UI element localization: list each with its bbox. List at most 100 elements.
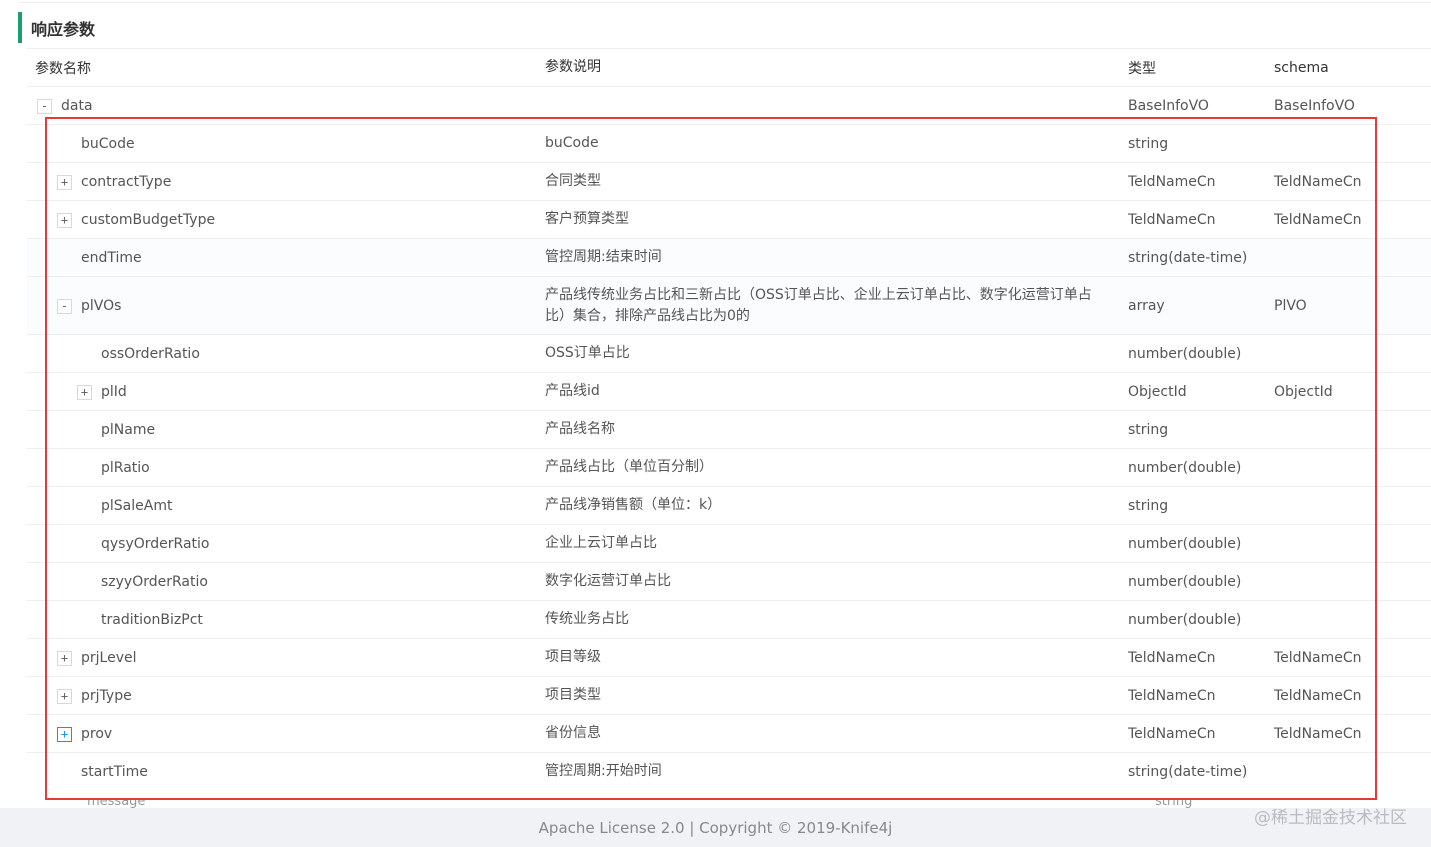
row-name-cell: + contractType xyxy=(35,163,535,200)
row-desc: 客户预算类型 xyxy=(545,211,629,227)
row-schema: TeldNameCn xyxy=(1274,649,1362,666)
row-name: plSaleAmt xyxy=(101,497,173,514)
row-schema: BaseInfoVO xyxy=(1274,97,1355,114)
table-row: + contractType 合同类型 TeldNameCn TeldNameCn xyxy=(27,162,1431,200)
row-name: plRatio xyxy=(101,459,150,476)
table-row: traditionBizPct 传统业务占比 number(double) xyxy=(27,600,1431,638)
table-row: + prjType 项目类型 TeldNameCn TeldNameCn xyxy=(27,676,1431,714)
row-name: buCode xyxy=(81,135,135,152)
row-name-cell: traditionBizPct xyxy=(35,601,535,638)
row-type: TeldNameCn xyxy=(1128,649,1216,666)
row-type: number(double) xyxy=(1128,345,1242,362)
row-name: prjLevel xyxy=(81,649,137,666)
row-desc: 产品线净销售额（单位：k） xyxy=(545,497,722,513)
row-name-cell: szyyOrderRatio xyxy=(35,563,535,600)
row-type: TeldNameCn xyxy=(1128,211,1216,228)
row-type: ObjectId xyxy=(1128,383,1187,400)
row-desc: 管控周期:结束时间 xyxy=(545,249,662,265)
row-desc: buCode xyxy=(545,135,599,151)
row-type: TeldNameCn xyxy=(1128,725,1216,742)
row-type: number(double) xyxy=(1128,611,1242,628)
table-row: ossOrderRatio OSS订单占比 number(double) xyxy=(27,334,1431,372)
row-schema xyxy=(1274,449,1424,486)
row-schema: TeldNameCn xyxy=(1274,687,1362,704)
row-desc: 产品线占比（单位百分制） xyxy=(545,459,713,475)
row-name: traditionBizPct xyxy=(101,611,203,628)
expand-icon[interactable]: + xyxy=(77,384,92,400)
row-schema: PlVO xyxy=(1274,297,1307,314)
row-schema xyxy=(1274,601,1424,638)
watermark: @稀土掘金技术社区 xyxy=(1254,808,1407,828)
row-desc: 省份信息 xyxy=(545,725,601,741)
row-schema: ObjectId xyxy=(1274,383,1333,400)
row-schema xyxy=(1274,563,1424,600)
row-desc: 项目等级 xyxy=(545,649,601,665)
row-name-cell: + prjLevel xyxy=(35,639,535,676)
row-name: prov xyxy=(81,725,113,742)
row-desc: 产品线名称 xyxy=(545,421,615,437)
row-name: ossOrderRatio xyxy=(101,345,200,362)
table-row: szyyOrderRatio 数字化运营订单占比 number(double) xyxy=(27,562,1431,600)
row-name-cell: + plId xyxy=(35,373,535,410)
row-type: BaseInfoVO xyxy=(1128,97,1209,114)
table-row: endTime 管控周期:结束时间 string(date-time) xyxy=(27,238,1431,276)
table-row: qysyOrderRatio 企业上云订单占比 number(double) xyxy=(27,524,1431,562)
row-schema xyxy=(1274,525,1424,562)
row-schema xyxy=(1274,753,1424,790)
row-name-cell: - plVOs xyxy=(35,277,535,334)
row-name-cell: + prjType xyxy=(35,677,535,714)
row-type: string(date-time) xyxy=(1128,249,1248,266)
footer-text: Apache License 2.0 | Copyright © 2019-Kn… xyxy=(538,818,893,837)
column-header-desc: 参数说明 xyxy=(545,59,601,75)
row-type: array xyxy=(1128,297,1165,314)
row-name: prjType xyxy=(81,687,132,704)
partial-row-type: string xyxy=(1155,800,1193,808)
row-type: string xyxy=(1128,497,1169,514)
top-divider xyxy=(20,2,1431,3)
row-schema xyxy=(1274,487,1424,524)
row-name-cell: plSaleAmt xyxy=(35,487,535,524)
expand-icon[interactable]: + xyxy=(57,212,72,228)
row-type: TeldNameCn xyxy=(1128,687,1216,704)
row-schema: TeldNameCn xyxy=(1274,725,1362,742)
row-schema: TeldNameCn xyxy=(1274,211,1362,228)
row-type: number(double) xyxy=(1128,573,1242,590)
row-name-cell: buCode xyxy=(35,125,535,162)
section-title: 响应参数 xyxy=(18,12,1431,43)
row-name-cell: + customBudgetType xyxy=(35,201,535,238)
column-header-schema: schema xyxy=(1274,59,1329,76)
table-row: - plVOs 产品线传统业务占比和三新占比（OSS订单占比、企业上云订单占比、数字… xyxy=(27,276,1431,334)
row-desc: 企业上云订单占比 xyxy=(545,535,657,551)
collapse-icon[interactable]: - xyxy=(57,298,72,314)
row-type: number(double) xyxy=(1128,535,1242,552)
table-header-row: 参数名称 参数说明 类型 schema xyxy=(27,48,1431,86)
row-name-cell: ossOrderRatio xyxy=(35,335,535,372)
table-row: + plId 产品线id ObjectId ObjectId xyxy=(27,372,1431,410)
expand-icon[interactable]: + xyxy=(57,726,72,742)
row-name: contractType xyxy=(81,173,172,190)
row-desc: 传统业务占比 xyxy=(545,611,629,627)
row-type: string(date-time) xyxy=(1128,763,1248,780)
expand-icon[interactable]: + xyxy=(57,650,72,666)
row-name: plVOs xyxy=(81,297,122,314)
row-schema: TeldNameCn xyxy=(1274,173,1362,190)
expand-icon[interactable]: + xyxy=(57,688,72,704)
table-row: plName 产品线名称 string xyxy=(27,410,1431,448)
table-row: + prov 省份信息 TeldNameCn TeldNameCn xyxy=(27,714,1431,752)
collapse-icon[interactable]: - xyxy=(37,98,52,114)
row-desc: 产品线传统业务占比和三新占比（OSS订单占比、企业上云订单占比、数字化运营订单占… xyxy=(545,286,1092,324)
column-header-name: 参数名称 xyxy=(35,60,91,77)
expand-icon[interactable]: + xyxy=(57,174,72,190)
row-desc xyxy=(545,87,1105,124)
row-name-cell: qysyOrderRatio xyxy=(35,525,535,562)
row-name-cell: - data xyxy=(35,87,535,124)
table-row: plSaleAmt 产品线净销售额（单位：k） string xyxy=(27,486,1431,524)
row-schema xyxy=(1274,125,1424,162)
row-name: qysyOrderRatio xyxy=(101,535,210,552)
table-row: startTime 管控周期:开始时间 string(date-time) xyxy=(27,752,1431,790)
row-name: startTime xyxy=(81,763,148,780)
table-row: plRatio 产品线占比（单位百分制） number(double) xyxy=(27,448,1431,486)
row-desc: 产品线id xyxy=(545,383,600,399)
row-name-cell: + prov xyxy=(35,715,535,752)
row-desc: 项目类型 xyxy=(545,687,601,703)
